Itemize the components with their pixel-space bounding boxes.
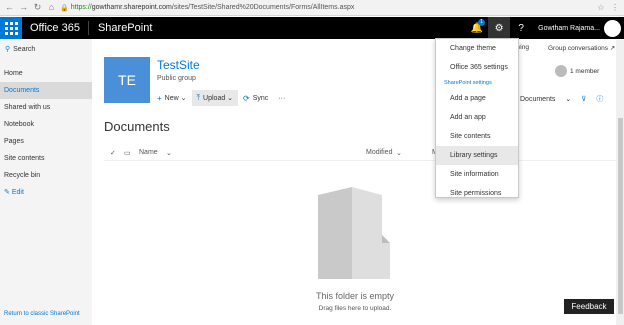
info-icon[interactable]: ⓘ bbox=[596, 94, 603, 104]
help-button[interactable]: ? bbox=[510, 17, 532, 39]
chevron-down-icon[interactable]: ⌄ bbox=[166, 149, 172, 157]
lock-icon: 🔒 bbox=[60, 4, 69, 12]
home-icon[interactable]: ⌂ bbox=[46, 2, 57, 13]
column-modified[interactable]: Modified bbox=[366, 149, 392, 156]
nav-list: Home Documents Shared with us Notebook P… bbox=[0, 65, 92, 201]
scrollbar-thumb[interactable] bbox=[618, 118, 623, 314]
menu-section-sharepoint: SharePoint settings bbox=[444, 80, 492, 86]
new-button[interactable]: + New ⌄ bbox=[152, 90, 192, 106]
star-icon[interactable]: ☆ bbox=[596, 3, 606, 13]
nav-item-documents[interactable]: Documents bbox=[0, 82, 92, 99]
back-icon[interactable]: ← bbox=[4, 2, 15, 13]
chevron-down-icon[interactable]: ⌄ bbox=[396, 149, 402, 157]
chevron-down-icon: ⌄ bbox=[225, 95, 234, 102]
member-count-label: 1 member bbox=[570, 67, 600, 75]
avatar[interactable] bbox=[604, 19, 621, 37]
menu-item-change-theme[interactable]: Change theme bbox=[436, 39, 518, 58]
url-host: gowthamr.sharepoint.com bbox=[91, 4, 172, 11]
url-path: /sites/TestSite/Shared%20Documents/Forms… bbox=[171, 4, 355, 11]
menu-item-library-settings[interactable]: Library settings bbox=[436, 146, 518, 165]
notifications-button[interactable]: 🔔 1 bbox=[466, 17, 488, 39]
pencil-icon: ✎ bbox=[4, 189, 10, 196]
upload-button[interactable]: ⤒ Upload ⌄ bbox=[191, 90, 239, 106]
nav-item-site-contents[interactable]: Site contents bbox=[0, 150, 92, 167]
chevron-down-icon[interactable]: ⌄ bbox=[565, 95, 571, 103]
menu-item-add-app[interactable]: Add an app bbox=[436, 108, 518, 127]
empty-state-subtitle: Drag files here to upload. bbox=[318, 305, 392, 312]
view-controls: Documents ⌄ ⊽ ⓘ bbox=[520, 94, 613, 104]
settings-button[interactable]: ⚙ bbox=[488, 17, 511, 39]
menu-item-site-contents[interactable]: Site contents bbox=[436, 127, 518, 146]
nav-edit-label: Edit bbox=[11, 189, 24, 196]
person-icon bbox=[555, 65, 567, 77]
site-name[interactable]: TestSite bbox=[157, 58, 200, 72]
office365-brand[interactable]: Office 365 bbox=[22, 21, 89, 35]
site-logo[interactable]: TE bbox=[104, 57, 150, 103]
menu-item-site-permissions[interactable]: Site permissions bbox=[436, 184, 518, 203]
select-all-check-icon[interactable]: ✓ bbox=[110, 149, 116, 157]
return-classic-link[interactable]: Return to classic SharePoint bbox=[4, 311, 80, 317]
suite-bar: Office 365 SharePoint 🔔 1 ⚙ ? Gowtham Ra… bbox=[0, 17, 624, 39]
nav-item-recycle-bin[interactable]: Recycle bin bbox=[0, 167, 92, 184]
nav-item-pages[interactable]: Pages bbox=[0, 133, 92, 150]
menu-icon[interactable]: ⋮ bbox=[610, 3, 620, 13]
more-button[interactable]: ··· bbox=[273, 90, 290, 106]
plus-icon: + bbox=[157, 93, 162, 103]
browser-address-bar: ← → ↻ ⌂ 🔒 https://gowthamr.sharepoint.co… bbox=[0, 0, 624, 16]
notification-badge: 1 bbox=[478, 19, 486, 26]
nav-item-notebook[interactable]: Notebook bbox=[0, 116, 92, 133]
sharepoint-title[interactable]: SharePoint bbox=[89, 22, 152, 34]
menu-item-office365-settings[interactable]: Office 365 settings bbox=[436, 58, 518, 77]
gear-icon: ⚙ bbox=[494, 22, 504, 34]
url-scheme: https:// bbox=[70, 4, 92, 11]
browser-actions: ☆ ⋮ bbox=[592, 3, 620, 13]
empty-state-title: This folder is empty bbox=[315, 291, 395, 301]
upload-label: Upload bbox=[203, 94, 226, 102]
site-subtitle: Public group bbox=[157, 75, 196, 82]
search-icon: ⚲ bbox=[5, 46, 11, 53]
member-count[interactable]: 1 member bbox=[555, 65, 599, 77]
command-bar: + New ⌄ ⤒ Upload ⌄ ⟳ Sync ··· bbox=[152, 90, 290, 106]
file-type-icon: ▭ bbox=[124, 150, 131, 157]
user-name[interactable]: Gowtham Rajama... bbox=[532, 25, 604, 32]
view-selector[interactable]: Documents bbox=[520, 96, 555, 103]
url-field[interactable]: https://gowthamr.sharepoint.com/sites/Te… bbox=[71, 4, 355, 11]
settings-menu: Change theme Office 365 settings SharePo… bbox=[435, 38, 519, 198]
sync-icon: ⟳ bbox=[243, 93, 250, 103]
nav-edit-link[interactable]: ✎ Edit bbox=[0, 184, 92, 201]
help-icon: ? bbox=[518, 22, 524, 34]
upload-icon: ⤒ bbox=[196, 93, 201, 102]
sync-label: Sync bbox=[252, 94, 269, 102]
nav-item-shared-with-us[interactable]: Shared with us bbox=[0, 99, 92, 116]
empty-folder-icon bbox=[318, 187, 390, 279]
menu-item-site-information[interactable]: Site information bbox=[436, 165, 518, 184]
forward-icon[interactable]: → bbox=[18, 2, 29, 13]
page-title: Documents bbox=[104, 119, 170, 134]
nav-item-home[interactable]: Home bbox=[0, 65, 92, 82]
feedback-button[interactable]: Feedback bbox=[564, 299, 614, 314]
group-conversations-link[interactable]: Group conversations ↗ bbox=[548, 44, 615, 52]
column-name[interactable]: Name bbox=[139, 149, 158, 156]
filter-icon[interactable]: ⊽ bbox=[581, 95, 586, 103]
search-label: Search bbox=[13, 45, 36, 53]
chevron-down-icon: ⌄ bbox=[178, 95, 187, 102]
suite-icons: 🔔 1 ⚙ ? Gowtham Rajama... bbox=[466, 17, 624, 39]
reload-icon[interactable]: ↻ bbox=[32, 2, 43, 13]
app-launcher-icon[interactable] bbox=[0, 17, 22, 39]
left-nav: ⚲ Search Home Documents Shared with us N… bbox=[0, 39, 92, 325]
new-label: New bbox=[164, 94, 179, 102]
menu-item-add-page[interactable]: Add a page bbox=[436, 89, 518, 108]
search-box[interactable]: ⚲ Search bbox=[0, 39, 92, 59]
column-headers: ✓ ▭ Name ⌄ Modified ⌄ M bbox=[104, 145, 624, 161]
sync-button[interactable]: ⟳ Sync bbox=[238, 90, 273, 106]
